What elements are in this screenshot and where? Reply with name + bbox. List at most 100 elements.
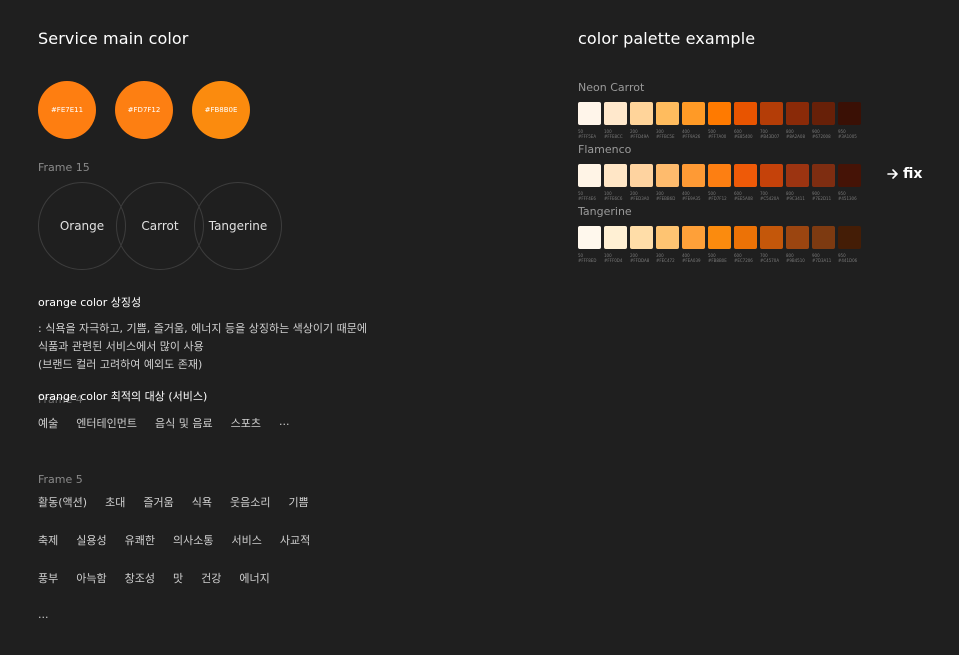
swatch-label: 200 #FFD49A — [630, 129, 653, 139]
swatch-labels: 50 #FFF8ED 100 #FFF0D4 200 #FFDDA8 300 #FEC472 4… — [578, 253, 861, 263]
color-swatch — [786, 226, 809, 249]
keyword: 축제 — [38, 534, 59, 547]
color-swatch — [812, 226, 835, 249]
swatch-hex: #FED3A0 — [630, 196, 650, 201]
keyword: 웃음소리 — [229, 496, 271, 509]
symbolism-title: orange color 상징성 — [38, 296, 142, 309]
swatch-label: 50 #FFF4E6 — [578, 191, 601, 201]
swatch-hex: #FFE6C6 — [604, 196, 623, 201]
swatch-label: 300 #FEBB6D — [656, 191, 679, 201]
target-title: orange color 최적의 대상 (서비스) — [38, 390, 208, 403]
color-swatch — [604, 102, 627, 125]
keyword: 사교적 — [279, 534, 311, 547]
swatch-hex: #FFBC5E — [656, 134, 675, 139]
swatch-hex: #C4570A — [760, 258, 780, 263]
color-swatch — [734, 226, 757, 249]
color-swatch — [630, 164, 653, 187]
swatch-hex: #EE5A08 — [734, 196, 753, 201]
swatch-label: 100 #FFE8CC — [604, 129, 627, 139]
keyword: 서비스 — [231, 534, 262, 547]
keyword: 초대 — [105, 496, 126, 509]
color-swatch — [734, 164, 757, 187]
color-swatch — [838, 226, 861, 249]
swatch-hex: #FFD49A — [630, 134, 649, 139]
swatch-hex: #441D06 — [838, 258, 858, 263]
keyword: 건강 — [201, 572, 222, 585]
keyword-row: 축제 실용성 유쾌한 의사소통 서비스 사교적 — [38, 532, 328, 548]
color-swatch — [682, 102, 705, 125]
swatch-hex: #E85400 — [734, 134, 753, 139]
swatch-hex: #FEA039 — [682, 258, 701, 263]
fix-label: fix — [903, 166, 923, 182]
swatch-label: 900 #7E2D11 — [812, 191, 835, 201]
swatch-hex: #451306 — [838, 196, 857, 201]
color-swatch — [656, 164, 679, 187]
color-swatch — [682, 226, 705, 249]
color-swatch — [760, 102, 783, 125]
swatch-hex: #9C3411 — [786, 196, 805, 201]
frame5-label: Frame 5 — [38, 473, 83, 486]
swatch-labels: 50 #FFF5EA 100 #FFE8CC 200 #FFD49A 300 #FFBC5E 4… — [578, 129, 861, 139]
swatch-label: 100 #FFF0D4 — [604, 253, 627, 263]
swatch-label: 700 #C4570A — [760, 253, 783, 263]
color-swatch — [708, 102, 731, 125]
section-title-palette: color palette example — [578, 29, 756, 48]
swatch-hex: #FEBB6D — [656, 196, 676, 201]
swatch-hex: #C5420A — [760, 196, 780, 201]
swatch-label: 800 #9B4510 — [786, 253, 809, 263]
color-swatch — [682, 164, 705, 187]
swatch-label: 50 #FFF8ED — [578, 253, 601, 263]
swatch-label: 50 #FFF5EA — [578, 129, 601, 139]
color-swatch — [838, 164, 861, 187]
keyword: 의사소통 — [173, 534, 214, 547]
swatch-hex: #FEC472 — [656, 258, 675, 263]
keyword: 아늑함 — [76, 572, 107, 585]
color-swatch — [578, 164, 601, 187]
swatch-label: 600 #EE5A08 — [734, 191, 757, 201]
keyword-row: 풍부 아늑함 창조성 맛 건강 에너지 — [38, 570, 288, 586]
swatch-hex: #FB8B0E — [708, 258, 727, 263]
section-title-main-color: Service main color — [38, 29, 189, 48]
keyword: 식욕 — [191, 496, 212, 509]
fix-annotation: fix — [887, 166, 922, 182]
main-color-circle: #FE7E11 — [38, 81, 96, 139]
color-swatch — [838, 102, 861, 125]
swatch-hex: #EC7206 — [734, 258, 753, 263]
main-color-circle: #FB8B0E — [192, 81, 250, 139]
symbolism-line: (브랜드 컬러 고려하여 예외도 존재) — [38, 358, 203, 371]
swatch-hex: #7E2D11 — [812, 196, 832, 201]
swatch-hex: #FFF8ED — [578, 258, 597, 263]
color-swatch — [656, 226, 679, 249]
keyword: 즐거움 — [143, 496, 174, 509]
target-tag: 예술 — [38, 417, 59, 430]
color-swatch — [812, 102, 835, 125]
color-swatch — [708, 226, 731, 249]
swatch-hex: #FFF5EA — [578, 134, 597, 139]
target-tags: 예술 엔터테인먼트 음식 및 음료 스포츠 ... — [38, 415, 307, 431]
color-swatch — [604, 226, 627, 249]
target-tag: 스포츠 — [230, 417, 261, 430]
target-tag: 음식 및 음료 — [154, 417, 213, 430]
swatch-label: 800 #8A2A08 — [786, 129, 809, 139]
swatch-hex: #FF9A26 — [682, 134, 701, 139]
swatch-label: 400 #FE9A35 — [682, 191, 705, 201]
main-color-circle: #FD7F12 — [115, 81, 173, 139]
swatch-hex: #FFF4E6 — [578, 196, 596, 201]
swatch-label: 200 #FED3A0 — [630, 191, 653, 201]
swatch-label: 200 #FFDDA8 — [630, 253, 653, 263]
swatch-label: 300 #FEC472 — [656, 253, 679, 263]
swatch-hex: #FE9A35 — [682, 196, 701, 201]
swatch-hex: #8A2A08 — [786, 134, 806, 139]
palette-name: Neon Carrot — [578, 81, 645, 94]
swatch-label: 500 #FD7F12 — [708, 191, 731, 201]
keyword: 풍부 — [38, 572, 59, 585]
swatch-label: 950 #3A1005 — [838, 129, 861, 139]
color-swatch — [604, 164, 627, 187]
keyword: 유쾌한 — [124, 534, 155, 547]
frame15-label: Frame 15 — [38, 161, 90, 174]
swatch-label: 500 #FF7A00 — [708, 129, 731, 139]
swatch-label: 500 #FB8B0E — [708, 253, 731, 263]
color-swatch — [812, 164, 835, 187]
color-swatch — [734, 102, 757, 125]
target-tag: 엔터테인먼트 — [76, 417, 137, 430]
